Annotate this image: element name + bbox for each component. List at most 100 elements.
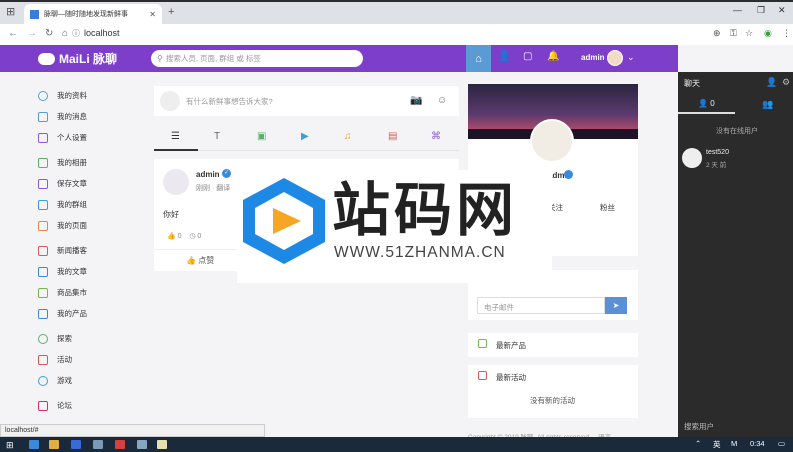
info-icon[interactable]: ⓘ [72,28,80,39]
home-button[interactable]: ⌂ [466,45,491,72]
video-icon[interactable]: ▶ [301,131,309,142]
app-icon[interactable] [137,440,147,449]
chat-panel: 聊天 👤 ⚙ 👤 0 👥 没有在线用户 test520 2 天 前 搜索用户 [678,72,793,437]
chat-search-input[interactable]: 搜索用户 [684,421,714,432]
star-icon[interactable]: ☆ [745,28,753,39]
post-author-avatar[interactable] [163,169,189,195]
sidebar-item[interactable]: 活动 [38,354,72,365]
tab-title: 脉聊—随时随地发现新鲜事 [44,11,128,18]
menu-icon[interactable]: ⋮ [782,28,791,39]
tab-grid-icon[interactable]: ⊞ [6,5,15,18]
search-input[interactable]: ⚲ 搜索人员, 页面, 群组 或 标签 [151,50,363,67]
home-icon[interactable]: ⌂ [62,28,68,39]
groups-tab[interactable]: 👥 [762,99,773,110]
app-icon[interactable] [115,440,125,449]
contact-avatar[interactable] [682,148,702,168]
header-username[interactable]: admin [581,53,605,62]
sidebar-item[interactable]: 我的文章 [38,266,87,277]
contact-last-seen: 2 天 前 [706,162,727,169]
music-icon[interactable]: ♫ [344,131,352,142]
friend-requests-icon[interactable]: 👤 [498,51,510,62]
followers-button[interactable]: 粉丝 [600,202,615,213]
header-avatar[interactable] [607,50,623,66]
new-tab-button[interactable]: + [168,6,174,18]
location-icon[interactable]: ⊕ [713,28,721,39]
sidebar-item-label: 我的产品 [57,309,87,318]
online-users-tab[interactable]: 👤 0 [698,99,715,108]
sidebar-item[interactable]: 我的产品 [38,308,87,319]
sidebar-item[interactable]: 个人设置 [38,132,87,143]
list-icon[interactable]: ☰ [171,131,180,142]
sidebar-item[interactable]: 我的资料 [38,90,87,101]
ime-mode-indicator[interactable]: M [731,439,737,448]
search-icon: ⚲ [157,54,163,63]
tray-up-icon[interactable]: ⌃ [695,439,701,448]
browser-tab[interactable]: 脉聊—随时随地发现新鲜事 ✕ [24,4,162,24]
sidebar-item[interactable]: 我的页面 [38,220,87,231]
post-author-name[interactable]: admin [196,170,220,179]
brand-name: MaiLi 脉聊 [59,52,118,66]
app-icon[interactable] [93,440,103,449]
like-button[interactable]: 👍 点赞 [186,255,214,266]
like-count: 0 [177,233,182,240]
close-window-icon[interactable]: ✕ [778,5,786,16]
windows-start-icon[interactable]: ⊞ [6,440,14,451]
notepad-app-icon[interactable] [157,440,167,449]
messages-icon[interactable]: ▢ [523,51,532,62]
extension-icon[interactable]: ◉ [764,28,772,39]
close-tab-icon[interactable]: ✕ [149,10,156,19]
sidebar-item[interactable]: 我的消息 [38,111,87,122]
add-user-icon[interactable]: 👤 [766,77,777,88]
url-field[interactable]: localhost [84,28,120,38]
chrome-app-icon[interactable] [29,440,39,449]
latest-products-title: 最新产品 [496,341,526,350]
maximize-icon[interactable]: ❐ [757,5,765,16]
minimize-icon[interactable]: — [733,5,742,15]
ide-app-icon[interactable] [71,440,81,449]
verified-icon [564,170,573,179]
sidebar-item[interactable]: 游戏 [38,375,72,386]
favicon-icon [30,9,39,19]
emoji-icon[interactable]: ☺ [437,95,447,106]
sidebar-item[interactable]: 论坛 [38,400,72,411]
watermark-logo [243,178,325,264]
camera-icon[interactable]: 📷 [410,95,422,106]
caret-down-icon[interactable]: ⌄ [627,52,635,63]
profile-avatar[interactable] [530,119,574,163]
notification-center-icon[interactable]: ▭ [778,439,785,448]
sidebar-item-label: 探索 [57,334,72,343]
window-titlebar [0,0,793,2]
back-icon[interactable]: ← [8,28,18,39]
post-composer[interactable]: 有什么新鲜事想告诉大家? 📷 ☺ [154,86,459,116]
explorer-app-icon[interactable] [49,440,59,449]
clock[interactable]: 0:34 [750,439,765,448]
sidebar-item[interactable]: 我的相册 [38,157,87,168]
gear-icon [38,132,48,143]
key-icon[interactable]: ⚿ [730,28,737,39]
address-bar: ← → ↻ ⌂ ⓘ localhost ⊕ ⚿ ☆ ◉ ⋮ [0,24,793,45]
sidebar-item[interactable]: 商品集市 [38,287,87,298]
sidebar-item[interactable]: 我的群组 [38,199,87,210]
sidebar-item[interactable]: 探索 [38,333,72,344]
watermark-title: 站码网 [332,176,519,244]
cart-icon [38,308,48,319]
sidebar-item[interactable]: 保存文章 [38,178,87,189]
sidebar-item[interactable]: 新闻播客 [38,245,87,256]
reload-icon[interactable]: ↻ [45,28,53,39]
settings-sliders-icon[interactable]: ⚙ [782,77,790,88]
image-icon[interactable]: ▣ [257,131,266,142]
ime-indicator[interactable]: 英 [713,439,721,450]
send-button[interactable]: ➤ [605,297,627,314]
file-icon[interactable]: ▤ [388,131,397,142]
text-icon[interactable]: T [214,131,220,142]
comment-icon: ◷ [189,233,196,240]
brand-logo[interactable]: MaiLi 脉聊 [38,50,117,67]
email-field[interactable]: 电子邮件 [477,297,605,314]
notifications-icon[interactable]: 🔔 [547,51,559,62]
sidebar-item-label: 保存文章 [57,179,87,188]
watermark-url: WWW.51ZHANMA.CN [334,244,506,261]
contact-name[interactable]: test520 [706,149,729,156]
map-icon[interactable]: ⌘ [431,131,441,142]
forward-icon[interactable]: → [27,28,37,39]
latest-products-widget[interactable]: 最新产品 [468,333,638,357]
